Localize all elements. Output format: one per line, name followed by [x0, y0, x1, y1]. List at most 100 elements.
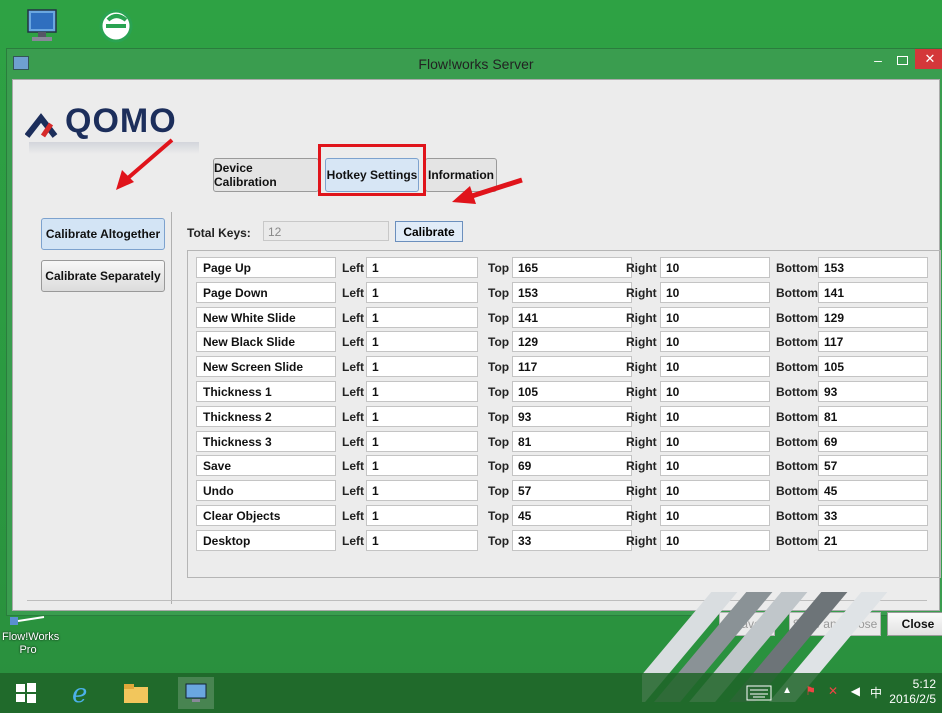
hotkey-name-field[interactable]: Thickness 1 [196, 381, 336, 402]
flag-icon[interactable]: ⚑ [805, 684, 816, 698]
network-icon[interactable]: ✕ [828, 684, 838, 698]
right-value-field[interactable]: 10 [660, 505, 770, 526]
bottom-value-field[interactable]: 117 [818, 331, 928, 353]
left-value-field[interactable]: 1 [366, 455, 478, 477]
top-value-field[interactable]: 165 [512, 257, 632, 278]
bottom-value-field[interactable]: 57 [818, 455, 928, 477]
hotkey-name-field[interactable]: Undo [196, 480, 336, 502]
left-value-field[interactable]: 1 [366, 356, 478, 378]
bottom-value-field[interactable]: 81 [818, 405, 928, 427]
bottom-value-field[interactable]: 129 [818, 306, 928, 328]
taskbar-flowworks-button[interactable] [178, 677, 214, 709]
left-value-field[interactable]: 1 [366, 331, 478, 353]
maximize-icon [896, 56, 908, 65]
top-value-field[interactable]: 117 [512, 356, 632, 378]
hotkey-name-field[interactable]: Thickness 3 [196, 430, 336, 452]
left-value-field[interactable]: 1 [366, 257, 478, 278]
ime-indicator[interactable]: 中 [870, 684, 882, 701]
calibrate-button[interactable]: Calibrate [395, 221, 463, 242]
bottom-value-field[interactable]: 33 [818, 505, 928, 526]
taskbar-ie-button[interactable]: e [64, 677, 100, 709]
left-value-field[interactable]: 1 [366, 281, 478, 303]
top-value-field[interactable]: 33 [512, 529, 632, 551]
right-value-field[interactable]: 10 [660, 356, 770, 378]
maximize-button[interactable] [891, 52, 913, 70]
bottom-value-field[interactable]: 45 [818, 480, 928, 502]
right-value-field[interactable]: 10 [660, 480, 770, 502]
right-value-field[interactable]: 10 [660, 281, 770, 303]
internet-explorer-desktop-icon[interactable] [96, 6, 136, 46]
bottom-value-field[interactable]: 21 [818, 529, 928, 551]
left-value-field[interactable]: 1 [366, 381, 478, 402]
right-label: Right [626, 285, 657, 300]
tab-device-calibration[interactable]: Device Calibration [213, 158, 319, 192]
right-value-field[interactable]: 10 [660, 381, 770, 402]
top-value-field[interactable]: 141 [512, 306, 632, 328]
hotkey-name-field[interactable]: New Black Slide [196, 331, 336, 353]
top-value-field[interactable]: 45 [512, 505, 632, 526]
bottom-value-field[interactable]: 105 [818, 356, 928, 378]
right-label: Right [626, 409, 657, 424]
calibrate-separately-button[interactable]: Calibrate Separately [41, 260, 165, 292]
left-value-field[interactable]: 1 [366, 405, 478, 427]
right-value-field[interactable]: 10 [660, 257, 770, 278]
left-label: Left [342, 261, 364, 275]
volume-icon[interactable]: ◀ [851, 684, 860, 698]
left-label: Left [342, 385, 364, 399]
right-value-field[interactable]: 10 [660, 331, 770, 353]
left-value-field[interactable]: 1 [366, 529, 478, 551]
taskbar-explorer-button[interactable] [118, 677, 154, 709]
right-label: Right [626, 360, 657, 375]
right-value-field[interactable]: 10 [660, 430, 770, 452]
hotkey-name-field[interactable]: Thickness 2 [196, 405, 336, 427]
close-window-button[interactable]: ✕ [915, 49, 942, 69]
hotkey-name-field[interactable]: Page Down [196, 281, 336, 303]
top-label: Top [488, 385, 510, 399]
top-value-field[interactable]: 153 [512, 281, 632, 303]
right-value-field[interactable]: 10 [660, 529, 770, 551]
calibrate-altogether-button[interactable]: Calibrate Altogether [41, 218, 165, 250]
left-value-field[interactable]: 1 [366, 505, 478, 526]
top-value-field[interactable]: 69 [512, 455, 632, 477]
hotkey-name-field[interactable]: New Screen Slide [196, 356, 336, 378]
hotkey-name-field[interactable]: Clear Objects [196, 505, 336, 526]
top-label: Top [488, 285, 510, 300]
left-label: Left [342, 459, 364, 474]
flowworks-pro-desktop-icon[interactable]: Flow!Works Pro [2, 614, 59, 657]
bottom-value-field[interactable]: 93 [818, 381, 928, 402]
top-value-field[interactable]: 105 [512, 381, 632, 402]
left-label: Left [342, 360, 364, 375]
bottom-value-field[interactable]: 69 [818, 430, 928, 452]
left-value-field[interactable]: 1 [366, 430, 478, 452]
tab-information[interactable]: Information [425, 158, 497, 192]
title-bar[interactable]: Flow!works Server – ✕ [7, 49, 942, 79]
start-button[interactable] [8, 677, 44, 709]
hotkey-name-field[interactable]: Page Up [196, 257, 336, 278]
top-value-field[interactable]: 81 [512, 430, 632, 452]
left-label: Left [342, 484, 364, 499]
hotkey-name-field[interactable]: New White Slide [196, 306, 336, 328]
top-value-field[interactable]: 57 [512, 480, 632, 502]
top-label: Top [488, 484, 510, 499]
bottom-label: Bottom [776, 409, 818, 424]
right-value-field[interactable]: 10 [660, 455, 770, 477]
left-value-field[interactable]: 1 [366, 306, 478, 328]
right-value-field[interactable]: 10 [660, 306, 770, 328]
hotkey-name-field[interactable]: Save [196, 455, 336, 477]
hotkey-row: Thickness 1 Left 1 Top 105 Right 10 Bottom 93 [196, 381, 936, 402]
top-label: Top [488, 310, 510, 325]
hotkey-row: Undo Left 1 Top 57 Right 10 Bottom 45 [196, 480, 936, 502]
bottom-value-field[interactable]: 153 [818, 257, 928, 278]
right-value-field[interactable]: 10 [660, 405, 770, 427]
monitor-icon [185, 683, 207, 702]
clock[interactable]: 5:12 2016/2/5 [889, 677, 936, 707]
top-value-field[interactable]: 93 [512, 405, 632, 427]
keyboard-icon[interactable] [746, 685, 772, 701]
computer-desktop-icon[interactable] [20, 6, 64, 46]
hotkey-name-field[interactable]: Desktop [196, 529, 336, 551]
bottom-value-field[interactable]: 141 [818, 281, 928, 303]
minimize-button[interactable]: – [867, 52, 889, 70]
left-value-field[interactable]: 1 [366, 480, 478, 502]
top-value-field[interactable]: 129 [512, 331, 632, 353]
tray-chevron-up-icon[interactable]: ▲ [782, 685, 792, 696]
